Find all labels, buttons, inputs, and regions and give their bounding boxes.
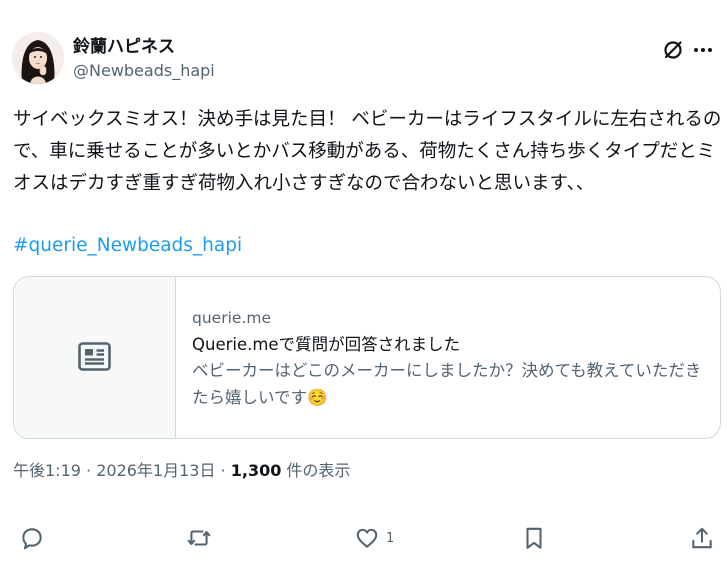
more-options-icon[interactable]: [691, 38, 715, 62]
author-name-block: 鈴蘭ハピネス @Newbeads_hapi: [73, 36, 215, 82]
reply-button[interactable]: [19, 520, 45, 556]
meta-separator: ·: [80, 461, 97, 480]
repost-button[interactable]: [186, 520, 212, 556]
like-button[interactable]: 1: [354, 520, 394, 556]
views-count: 1,300: [230, 461, 282, 480]
reply-icon: [22, 528, 42, 550]
avatar[interactable]: [12, 32, 64, 84]
link-preview-card[interactable]: querie.me Querie.meで質問が回答されました ベビーカーはどこの…: [13, 276, 721, 439]
post-date[interactable]: 2026年1月13日: [96, 461, 215, 480]
share-icon: [692, 527, 712, 549]
meta-separator: ·: [215, 461, 231, 480]
repost-icon: [187, 530, 211, 546]
card-thumbnail: [14, 277, 176, 438]
article-icon: [78, 342, 111, 371]
card-description-text: ベビーカーはどこのメーカーにしましたか？決めても教えていただきたら嬉しいです: [192, 361, 702, 407]
card-domain: querie.me: [192, 309, 271, 327]
grok-icon[interactable]: [661, 38, 685, 62]
action-bar: 1: [0, 520, 727, 560]
card-title: Querie.meで質問が回答されました: [192, 335, 461, 354]
share-button[interactable]: [689, 520, 715, 556]
smiling-face-emoji: ☺️: [307, 388, 328, 407]
like-count: 1: [386, 530, 395, 546]
author-handle[interactable]: @Newbeads_hapi: [73, 60, 215, 82]
tweet-metadata: 午後1:19 · 2026年1月13日 · 1,300 件の表示: [13, 460, 350, 482]
bookmark-button[interactable]: [521, 520, 547, 556]
hashtag-link[interactable]: #querie_Newbeads_hapi: [13, 232, 242, 260]
display-name[interactable]: 鈴蘭ハピネス: [73, 36, 215, 58]
card-description: ベビーカーはどこのメーカーにしましたか？決めても教えていただきたら嬉しいです☺️: [192, 357, 707, 411]
views-label: 件の表示: [281, 461, 351, 480]
card-body: querie.me Querie.meで質問が回答されました ベビーカーはどこの…: [192, 307, 712, 411]
bookmark-icon: [526, 527, 542, 549]
tweet-header: 鈴蘭ハピネス @Newbeads_hapi: [12, 32, 715, 88]
post-time[interactable]: 午後1:19: [13, 461, 81, 480]
heart-icon: [356, 528, 378, 548]
tweet-text: サイベックスミオス！決め手は見た目！ ベビーカーはライフスタイルに左右されるので…: [13, 109, 722, 194]
